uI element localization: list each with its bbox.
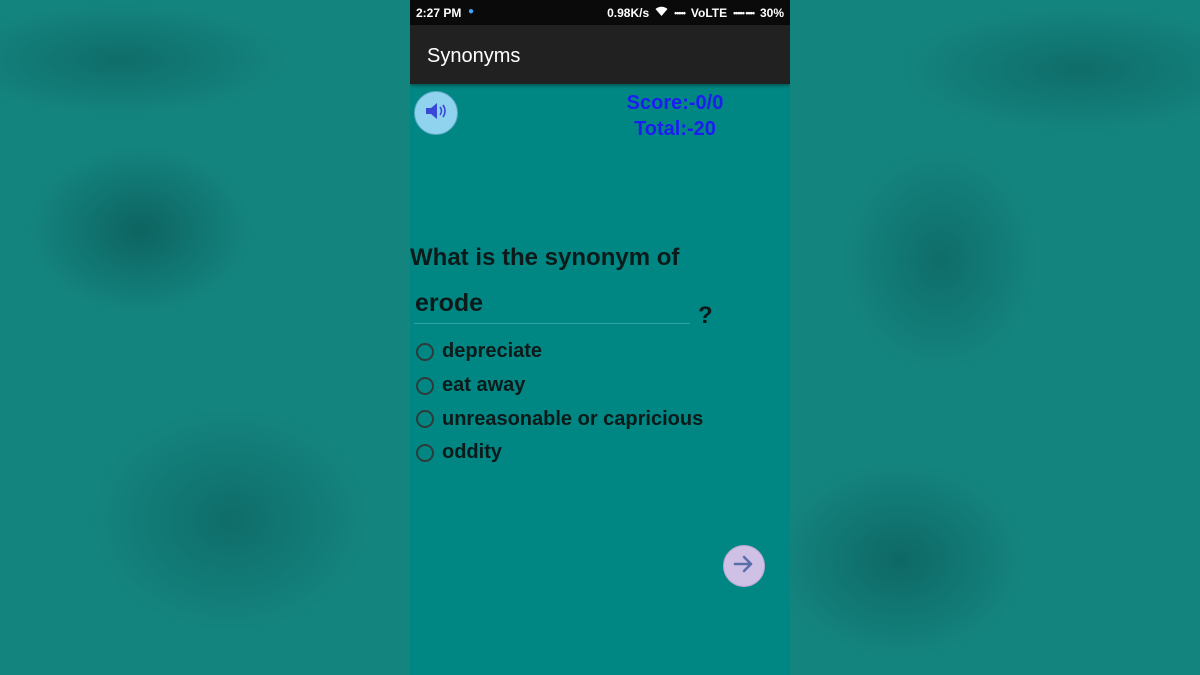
radio-button[interactable]	[416, 342, 434, 361]
option-3[interactable]: unreasonable or capricious	[416, 402, 703, 436]
signal-dots-icon: •••••	[674, 8, 686, 18]
option-4[interactable]: oddity	[416, 436, 703, 470]
volte-label: VoLTE	[690, 6, 728, 20]
shield-icon: ●	[468, 6, 475, 17]
question-word: erode	[415, 289, 484, 317]
network-speed: 0.98K/s	[607, 6, 650, 20]
score-panel: Score:-0/0 Total:-20	[610, 90, 740, 142]
speaker-icon	[424, 101, 448, 126]
radio-button[interactable]	[416, 376, 434, 395]
option-label: eat away	[442, 374, 526, 397]
answer-options: depreciate eat away unreasonable or capr…	[416, 335, 703, 470]
status-time: 2:27 PM	[416, 6, 462, 20]
question-mark: ?	[698, 302, 713, 329]
option-label: oddity	[442, 441, 502, 464]
total-text: Total:-20	[634, 118, 716, 140]
next-button[interactable]	[723, 545, 765, 587]
word-underline	[414, 323, 690, 324]
battery-level: 30%	[759, 6, 784, 20]
speaker-button[interactable]	[414, 91, 458, 135]
question-prompt: What is the synonym of	[410, 244, 680, 271]
option-1[interactable]: depreciate	[416, 335, 703, 369]
app-title: Synonyms	[427, 45, 521, 67]
arrow-right-icon	[733, 555, 755, 578]
status-bar: 2:27 PM ● 0.98K/s ••••• VoLTE ••••• ••••…	[410, 0, 790, 25]
radio-button[interactable]	[416, 443, 434, 462]
radio-button[interactable]	[416, 410, 434, 429]
option-label: depreciate	[442, 340, 543, 363]
phone-screen: 2:27 PM ● 0.98K/s ••••• VoLTE ••••• ••••…	[410, 0, 790, 675]
score-text: Score:-0/0	[626, 92, 724, 114]
app-bar: Synonyms	[410, 25, 790, 84]
option-2[interactable]: eat away	[416, 369, 703, 403]
signal-bars-icon: ••••• ••••	[733, 8, 755, 18]
wifi-icon	[655, 6, 668, 20]
option-label: unreasonable or capricious	[442, 407, 704, 430]
status-right: 0.98K/s ••••• VoLTE ••••• •••• 30%	[607, 6, 784, 20]
